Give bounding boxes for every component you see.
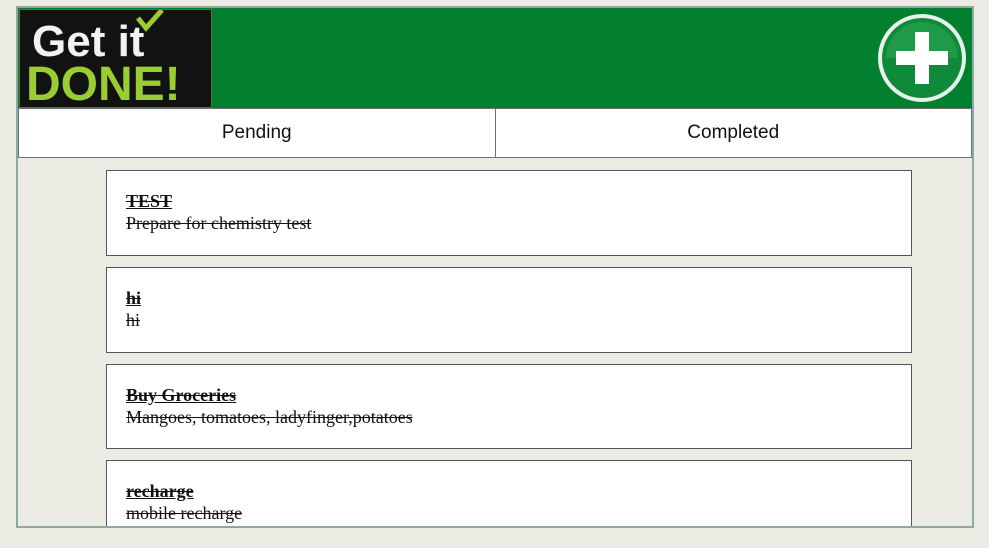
task-title: hi	[126, 288, 142, 308]
task-title: TEST	[126, 191, 173, 211]
task-card[interactable]: TEST Prepare for chemistry test	[106, 170, 912, 256]
task-card[interactable]: recharge mobile recharge	[106, 460, 912, 526]
task-list: TEST Prepare for chemistry test hi hi Bu…	[106, 170, 912, 526]
plus-circle-icon	[878, 14, 966, 102]
app-frame: Get it DONE! Pending Completed TEST Prep…	[16, 6, 974, 528]
status-tabs: Pending Completed	[18, 108, 972, 158]
add-task-button[interactable]	[876, 12, 968, 104]
tab-completed[interactable]: Completed	[495, 108, 972, 158]
task-card[interactable]: hi hi	[106, 267, 912, 353]
task-title: recharge	[126, 481, 194, 501]
task-description: Mangoes, tomatoes, ladyfinger,potatoes	[126, 407, 413, 427]
app-logo: Get it DONE!	[19, 9, 212, 108]
app-header: Get it DONE!	[18, 8, 972, 108]
task-description: hi	[126, 310, 141, 330]
tab-pending[interactable]: Pending	[18, 108, 496, 158]
task-card[interactable]: Buy Groceries Mangoes, tomatoes, ladyfin…	[106, 364, 912, 449]
task-description: Prepare for chemistry test	[126, 213, 312, 233]
task-description: mobile recharge	[126, 503, 243, 523]
svg-text:DONE!: DONE!	[26, 58, 181, 107]
task-title: Buy Groceries	[126, 385, 237, 405]
